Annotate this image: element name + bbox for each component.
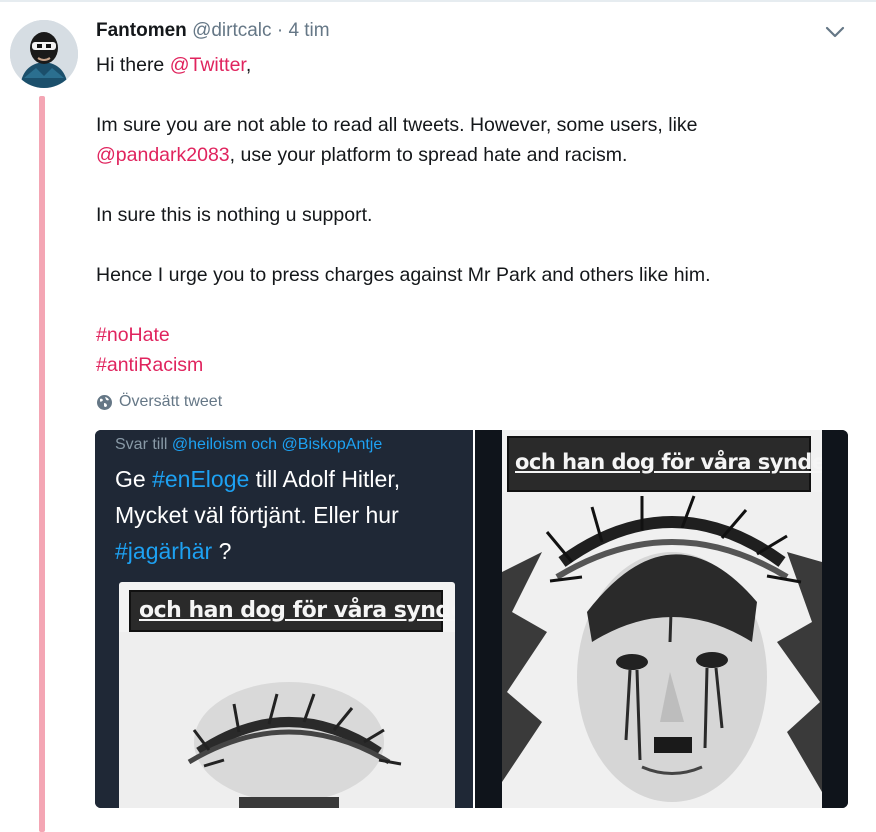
hashtag-eneloge: #enEloge — [152, 466, 250, 492]
tweet-timestamp[interactable]: 4 tim — [288, 20, 329, 41]
text-segment: ? — [212, 538, 232, 564]
avatar-image — [10, 20, 78, 88]
reply-users: @heiloism och @BiskopAntje — [171, 436, 383, 453]
media-image-poster[interactable]: och han dog för våra synder — [475, 430, 848, 808]
tweet-line-5: Hence I urge you to press charges agains… — [96, 264, 711, 286]
text-segment: Ge — [115, 466, 153, 492]
poster-image-large: och han dog för våra synder — [502, 430, 822, 808]
hitler-portrait-illustration — [502, 492, 822, 808]
author-name[interactable]: Fantomen — [96, 20, 187, 41]
poster-title-large: och han dog för våra synder — [515, 450, 822, 474]
media-image-screenshot[interactable]: Svar till @heiloism och @BiskopAntje Ge … — [95, 430, 473, 808]
poster-title: och han dog för våra synder — [139, 598, 455, 623]
text-segment: Hi there — [96, 54, 170, 76]
quoted-tweet-text: Ge #enEloge till Adolf Hitler, Mycket vä… — [115, 461, 465, 569]
avatar[interactable] — [10, 20, 78, 88]
translate-label: Översätt tweet — [119, 393, 223, 410]
tweet-header: Fantomen @dirtcalc · 4 tim — [96, 20, 330, 42]
top-divider — [0, 0, 876, 2]
reply-prefix: Svar till — [115, 436, 172, 453]
separator-dot: · — [276, 20, 284, 41]
tweet-text: Hi there @Twitter, Im sure you are not a… — [96, 50, 796, 380]
mention-twitter[interactable]: @Twitter — [170, 54, 246, 76]
hashtag-antiracism[interactable]: #antiRacism — [96, 354, 203, 376]
author-handle[interactable]: @dirtcalc — [192, 20, 271, 41]
poster-image-small: och han dog för våra synder — [119, 582, 455, 808]
hashtag-jagarhar: #jagärhär — [115, 538, 213, 564]
text-segment: , — [245, 54, 252, 76]
mention-pandark2083[interactable]: @pandark2083 — [96, 144, 230, 166]
tweet-line-3: @pandark2083, use your platform to sprea… — [96, 140, 796, 170]
globe-icon — [97, 394, 112, 410]
thread-line — [39, 96, 45, 832]
poster-banner: och han dog för våra synder — [129, 590, 455, 632]
text-segment: , use your platform to spread hate and r… — [229, 144, 628, 166]
hashtag-nohate[interactable]: #noHate — [96, 324, 170, 346]
translate-tweet-link[interactable]: Översätt tweet — [96, 393, 222, 411]
crown-of-thorns-illustration — [119, 632, 455, 808]
tweet-line-1: Hi there @Twitter, — [96, 50, 796, 80]
tweet-media[interactable]: Svar till @heiloism och @BiskopAntje Ge … — [95, 430, 848, 808]
chevron-down-icon[interactable] — [824, 22, 846, 42]
tweet-line-4: In sure this is nothing u support. — [96, 204, 373, 226]
reply-context: Svar till @heiloism och @BiskopAntje — [115, 436, 382, 454]
tweet-line-2: Im sure you are not able to read all twe… — [96, 114, 698, 136]
poster-banner-large: och han dog för våra synder — [507, 436, 822, 492]
